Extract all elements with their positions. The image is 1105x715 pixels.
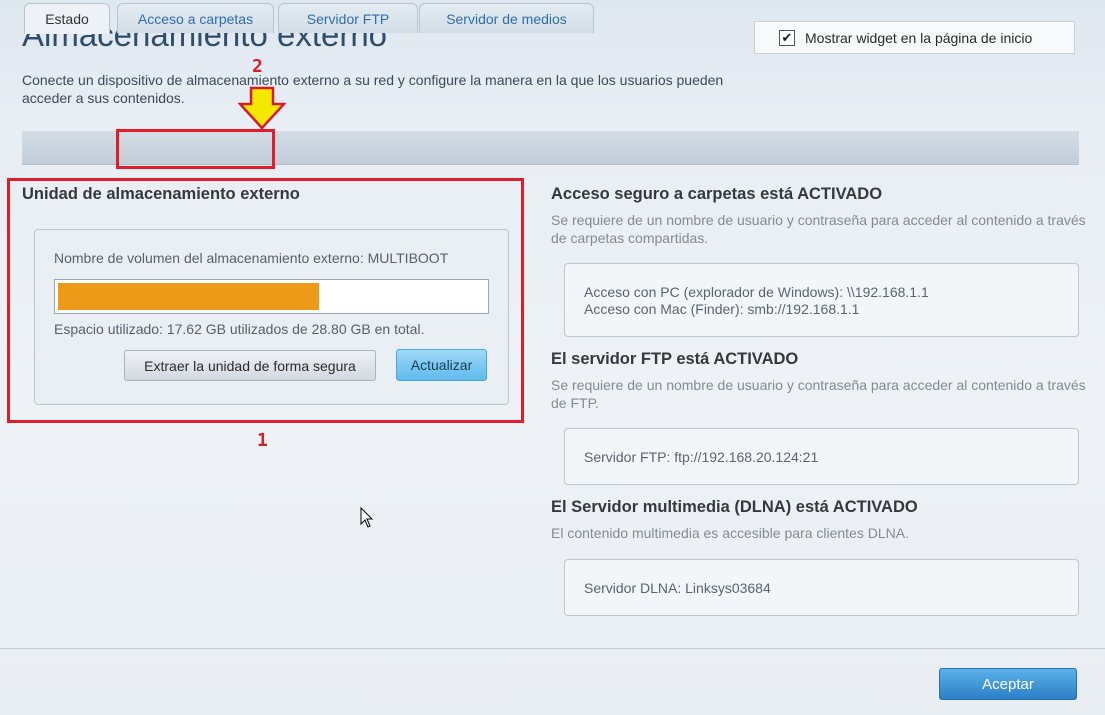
- storage-page: Almacenamiento externo Conecte un dispos…: [0, 0, 1105, 715]
- checkmark-icon: ✔: [781, 30, 793, 45]
- show-widget-label: Mostrar widget en la página de inicio: [805, 29, 1033, 46]
- page-description: Conecte un dispositivo de almacenamiento…: [22, 72, 724, 106]
- annotation-number-1: 1: [257, 430, 268, 451]
- tab-label: Servidor FTP: [306, 10, 390, 27]
- tab-acceso-a-carpetas[interactable]: Acceso a carpetas: [117, 3, 274, 33]
- down-arrow-icon: [238, 86, 286, 130]
- mouse-cursor-icon: [360, 507, 374, 528]
- dlna-description: El contenido multimedia es accesible par…: [551, 525, 909, 541]
- ftp-description: Se requiere de un nombre de usuario y co…: [551, 377, 1086, 411]
- tab-servidor-de-medios[interactable]: Servidor de medios: [419, 3, 594, 33]
- annotation-highlight-tab: [116, 129, 275, 169]
- folder-access-description: Se requiere de un nombre de usuario y co…: [551, 212, 1086, 246]
- dlna-box: Servidor DLNA: Linksys03684: [564, 559, 1079, 616]
- mac-access-line: Acceso con Mac (Finder): smb://192.168.1…: [584, 301, 860, 317]
- ftp-heading: El servidor FTP está ACTIVADO: [551, 350, 799, 368]
- tab-estado[interactable]: Estado: [24, 3, 110, 34]
- annotation-number-2: 2: [252, 56, 263, 77]
- footer-divider: [0, 648, 1105, 649]
- dlna-server-line: Servidor DLNA: Linksys03684: [584, 580, 771, 596]
- folder-access-heading: Acceso seguro a carpetas está ACTIVADO: [551, 185, 883, 203]
- folder-access-box: Acceso con PC (explorador de Windows): \…: [564, 263, 1079, 337]
- accept-button[interactable]: Aceptar: [939, 668, 1077, 700]
- tab-label: Estado: [45, 11, 89, 27]
- pc-access-line: Acceso con PC (explorador de Windows): \…: [584, 284, 929, 300]
- show-widget-option[interactable]: ✔ Mostrar widget en la página de inicio: [754, 21, 1075, 54]
- ftp-box: Servidor FTP: ftp://192.168.20.124:21: [564, 428, 1079, 485]
- tab-servidor-ftp[interactable]: Servidor FTP: [278, 3, 418, 33]
- annotation-highlight-storage: [7, 178, 524, 423]
- show-widget-checkbox[interactable]: ✔: [779, 29, 795, 46]
- dlna-heading: El Servidor multimedia (DLNA) está ACTIV…: [551, 498, 918, 516]
- ftp-server-line: Servidor FTP: ftp://192.168.20.124:21: [584, 449, 819, 465]
- tab-label: Servidor de medios: [446, 10, 567, 27]
- tab-label: Acceso a carpetas: [137, 10, 254, 27]
